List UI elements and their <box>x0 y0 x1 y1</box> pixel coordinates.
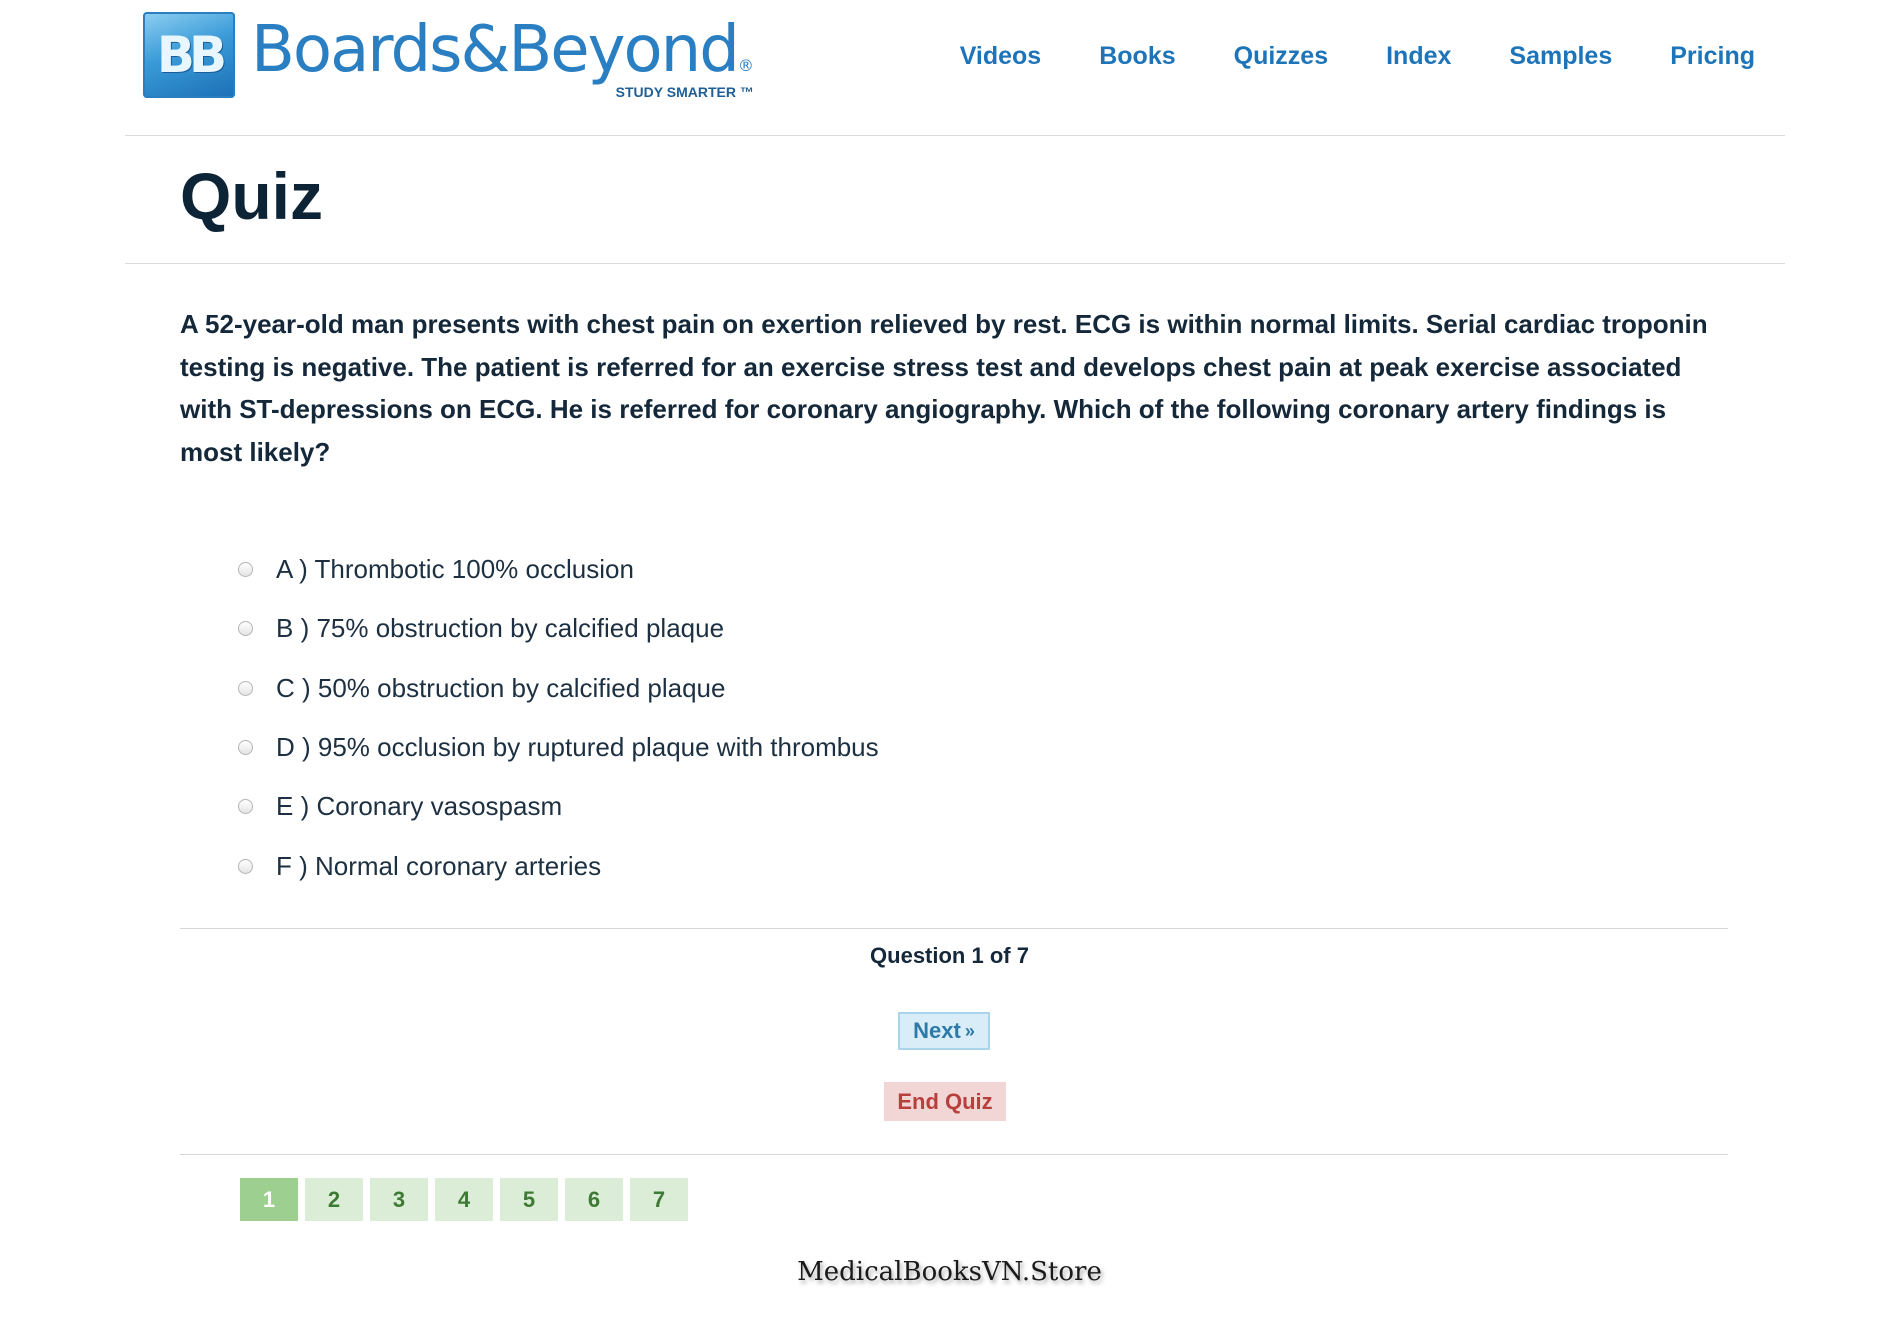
nav-videos[interactable]: Videos <box>960 42 1042 71</box>
logo-tagline: STUDY SMARTER ™ <box>615 84 754 100</box>
site-header: BB Boards&Beyond® STUDY SMARTER ™ Videos… <box>125 0 1785 136</box>
radio-button[interactable] <box>238 858 253 874</box>
question-text: A 52-year-old man presents with chest pa… <box>180 309 1708 467</box>
next-label: Next <box>913 1018 961 1043</box>
divider <box>180 928 1728 929</box>
answer-option-d[interactable]: D ) 95% occlusion by ruptured plaque wit… <box>238 718 879 777</box>
answer-option-e[interactable]: E ) Coronary vasospasm <box>238 777 879 836</box>
question-counter: Question 1 of 7 <box>870 943 1029 968</box>
page-title: Quiz <box>180 159 323 233</box>
divider <box>180 1154 1728 1155</box>
answer-label: B ) 75% obstruction by calcified plaque <box>276 613 725 644</box>
quiz-page: BB Boards&Beyond® STUDY SMARTER ™ Videos… <box>0 0 1899 1338</box>
nav-books[interactable]: Books <box>1099 42 1175 71</box>
double-chevron-right-icon: » <box>964 1020 975 1041</box>
logo-text: Boards&Beyond® STUDY SMARTER ™ <box>251 12 754 102</box>
answer-option-f[interactable]: F ) Normal coronary arteries <box>238 836 879 895</box>
next-button[interactable]: Next » <box>898 1012 990 1050</box>
answer-label: F ) Normal coronary arteries <box>276 850 602 881</box>
main-nav: Videos Books Quizzes Index Samples Prici… <box>960 42 1755 71</box>
answer-option-a[interactable]: A ) Thrombotic 100% occlusion <box>238 540 879 599</box>
radio-button[interactable] <box>238 799 253 815</box>
radio-button[interactable] <box>238 740 253 756</box>
nav-samples[interactable]: Samples <box>1509 42 1612 71</box>
registered-mark: ® <box>737 56 754 75</box>
nav-quizzes[interactable]: Quizzes <box>1234 42 1328 71</box>
pager-question-5[interactable]: 5 <box>500 1178 558 1221</box>
pager-question-3[interactable]: 3 <box>370 1178 428 1221</box>
answer-label: E ) Coronary vasospasm <box>276 791 563 822</box>
answer-label: A ) Thrombotic 100% occlusion <box>276 554 634 585</box>
watermark: MedicalBooksVN.Store <box>797 1257 1102 1287</box>
answer-label: D ) 95% occlusion by ruptured plaque wit… <box>276 732 879 763</box>
nav-pricing[interactable]: Pricing <box>1670 42 1755 71</box>
pager-question-4[interactable]: 4 <box>435 1178 493 1221</box>
pager-question-1[interactable]: 1 <box>240 1178 298 1221</box>
pager-question-6[interactable]: 6 <box>565 1178 623 1221</box>
end-quiz-button[interactable]: End Quiz <box>884 1082 1006 1121</box>
site-logo[interactable]: BB Boards&Beyond® STUDY SMARTER ™ <box>143 12 754 102</box>
answer-option-b[interactable]: B ) 75% obstruction by calcified plaque <box>238 599 879 658</box>
radio-button[interactable] <box>238 562 253 578</box>
answer-option-c[interactable]: C ) 50% obstruction by calcified plaque <box>238 659 879 718</box>
logo-badge-icon: BB <box>143 12 235 98</box>
question-pager: 1 2 3 4 5 6 7 <box>240 1178 688 1221</box>
title-band: Quiz <box>125 136 1785 264</box>
answer-label: C ) 50% obstruction by calcified plaque <box>276 672 726 703</box>
answer-list: A ) Thrombotic 100% occlusion B ) 75% ob… <box>238 540 879 896</box>
pager-question-2[interactable]: 2 <box>305 1178 363 1221</box>
pager-question-7[interactable]: 7 <box>630 1178 688 1221</box>
radio-button[interactable] <box>238 680 253 696</box>
radio-button[interactable] <box>238 621 253 637</box>
logo-badge-text: BB <box>156 26 227 84</box>
nav-index[interactable]: Index <box>1386 42 1451 71</box>
